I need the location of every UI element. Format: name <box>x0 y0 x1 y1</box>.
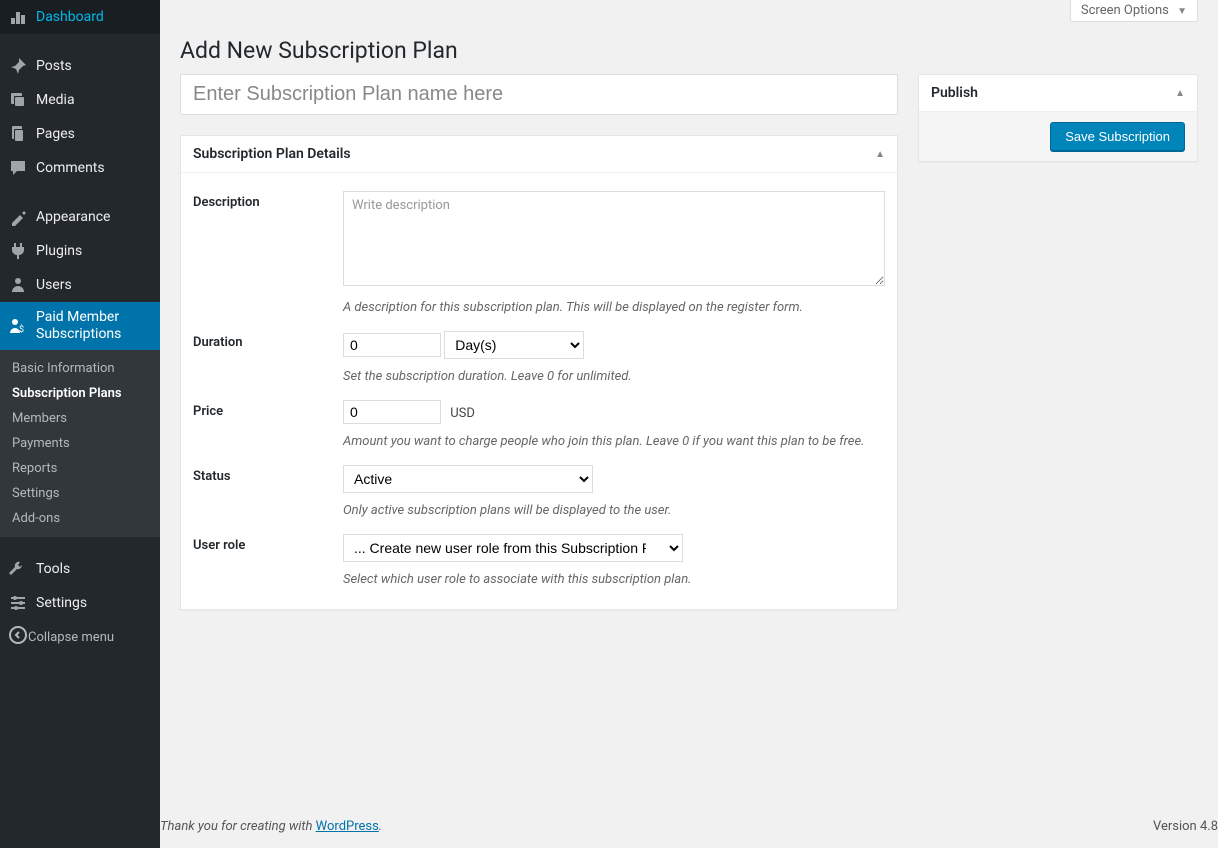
sidebar-item-label: Posts <box>36 58 72 74</box>
sidebar-item-label: Settings <box>36 595 87 611</box>
duration-unit-select[interactable]: Day(s) <box>444 331 584 359</box>
price-currency: USD <box>450 406 475 421</box>
collapse-icon <box>8 625 28 649</box>
publish-box: Publish ▲ Save Subscription <box>918 74 1198 162</box>
sidebar-item-label: Comments <box>36 160 105 176</box>
details-box-header[interactable]: Subscription Plan Details ▲ <box>181 136 897 173</box>
triangle-up-icon: ▲ <box>1175 88 1185 99</box>
dashboard-icon <box>8 7 28 27</box>
sidebar-item-pages[interactable]: Pages <box>0 117 160 151</box>
submenu-addons[interactable]: Add-ons <box>0 506 160 531</box>
submenu-basic-info[interactable]: Basic Information <box>0 356 160 381</box>
details-box-title: Subscription Plan Details <box>193 146 351 162</box>
price-hint: Amount you want to charge people who joi… <box>343 434 885 449</box>
membership-icon: $ <box>8 316 28 336</box>
publish-box-title: Publish <box>931 85 978 101</box>
submenu-settings[interactable]: Settings <box>0 481 160 506</box>
status-label: Status <box>193 465 343 518</box>
sidebar-item-plugins[interactable]: Plugins <box>0 234 160 268</box>
details-box: Subscription Plan Details ▲ Description … <box>180 135 898 610</box>
sidebar-item-dashboard[interactable]: Dashboard <box>0 0 160 34</box>
screen-options-label: Screen Options <box>1081 3 1169 18</box>
submenu-payments[interactable]: Payments <box>0 431 160 456</box>
sidebar-item-tools[interactable]: Tools <box>0 552 160 586</box>
submenu-reports[interactable]: Reports <box>0 456 160 481</box>
status-select[interactable]: Active <box>343 465 593 493</box>
sidebar-item-label: Users <box>36 277 72 293</box>
sidebar-item-settings[interactable]: Settings <box>0 586 160 620</box>
footer-thanks: Thank you for creating with <box>160 819 316 834</box>
sidebar-separator <box>0 185 160 200</box>
sidebar-item-users[interactable]: Users <box>0 268 160 302</box>
sidebar-item-label: Paid Member Subscriptions <box>36 309 150 344</box>
sidebar-item-label: Appearance <box>36 209 110 225</box>
status-hint: Only active subscription plans will be d… <box>343 503 885 518</box>
screen-options-tab[interactable]: Screen Options ▼ <box>1070 0 1198 22</box>
price-input[interactable] <box>343 400 441 424</box>
tools-icon <box>8 559 28 579</box>
footer-version: Version 4.8 <box>1153 819 1218 834</box>
sidebar-item-posts[interactable]: Posts <box>0 49 160 83</box>
collapse-label: Collapse menu <box>28 630 114 645</box>
sidebar-item-label: Tools <box>36 561 70 577</box>
svg-text:$: $ <box>19 324 24 335</box>
sidebar-item-label: Dashboard <box>36 9 104 25</box>
price-label: Price <box>193 400 343 449</box>
user-role-hint: Select which user role to associate with… <box>343 572 885 587</box>
appearance-icon <box>8 207 28 227</box>
page-title: Add New Subscription Plan <box>180 22 1198 74</box>
duration-input[interactable] <box>343 333 441 357</box>
chevron-down-icon: ▼ <box>1177 6 1187 17</box>
media-icon <box>8 90 28 110</box>
sidebar-separator <box>0 537 160 552</box>
footer-wordpress-link[interactable]: WordPress <box>316 819 379 834</box>
field-status: Status Active Only active subscription p… <box>193 455 885 524</box>
settings-icon <box>8 593 28 613</box>
plugins-icon <box>8 241 28 261</box>
user-role-label: User role <box>193 534 343 587</box>
description-hint: A description for this subscription plan… <box>343 300 885 315</box>
sidebar-item-media[interactable]: Media <box>0 83 160 117</box>
side-column: Publish ▲ Save Subscription <box>918 74 1198 610</box>
main-column: Subscription Plan Details ▲ Description … <box>180 74 898 610</box>
field-duration: Duration Day(s) Set the subscription dur… <box>193 321 885 390</box>
publish-box-header[interactable]: Publish ▲ <box>919 75 1197 112</box>
save-subscription-button[interactable]: Save Subscription <box>1050 122 1185 151</box>
pin-icon <box>8 56 28 76</box>
footer: Thank you for creating with WordPress. V… <box>160 805 1218 848</box>
field-description: Description A description for this subsc… <box>193 185 885 321</box>
submenu-subscription-plans[interactable]: Subscription Plans <box>0 381 160 406</box>
sidebar-item-pms[interactable]: $ Paid Member Subscriptions <box>0 302 160 350</box>
field-user-role: User role ... Create new user role from … <box>193 524 885 593</box>
sidebar-item-label: Plugins <box>36 243 82 259</box>
field-price: Price USD Amount you want to charge peop… <box>193 390 885 455</box>
submenu-members[interactable]: Members <box>0 406 160 431</box>
pages-icon <box>8 124 28 144</box>
description-textarea[interactable] <box>343 191 885 286</box>
sidebar-separator <box>0 34 160 49</box>
users-icon <box>8 275 28 295</box>
sidebar-item-label: Pages <box>36 126 75 142</box>
description-label: Description <box>193 191 343 315</box>
sidebar-item-label: Media <box>36 92 75 108</box>
admin-sidebar: Dashboard Posts Media Pages Comments App… <box>0 0 160 848</box>
sidebar-item-appearance[interactable]: Appearance <box>0 200 160 234</box>
sidebar-submenu: Basic Information Subscription Plans Mem… <box>0 350 160 537</box>
triangle-up-icon: ▲ <box>875 149 885 160</box>
comments-icon <box>8 158 28 178</box>
sidebar-item-comments[interactable]: Comments <box>0 151 160 185</box>
user-role-select[interactable]: ... Create new user role from this Subsc… <box>343 534 683 562</box>
duration-hint: Set the subscription duration. Leave 0 f… <box>343 369 885 384</box>
plan-name-input[interactable] <box>180 74 898 115</box>
duration-label: Duration <box>193 331 343 384</box>
collapse-menu[interactable]: Collapse menu <box>0 620 160 654</box>
